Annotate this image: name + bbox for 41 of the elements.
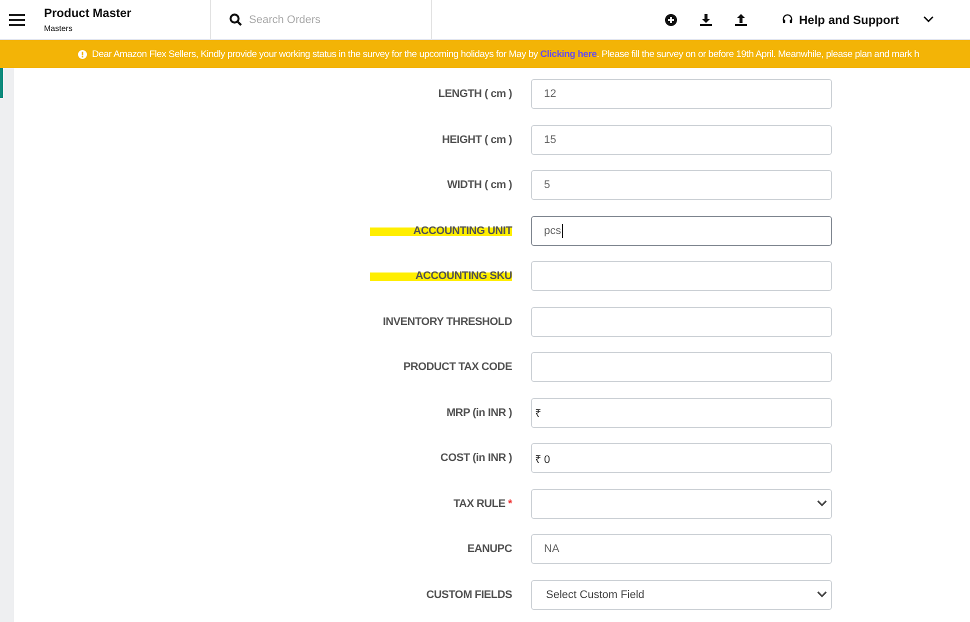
chevron-down-icon[interactable] xyxy=(817,500,827,507)
text-field[interactable] xyxy=(531,306,832,336)
select-field[interactable] xyxy=(531,488,832,518)
select-field[interactable]: Select Custom Field xyxy=(531,580,832,610)
menu-icon[interactable] xyxy=(9,14,25,26)
headset-icon xyxy=(782,14,793,25)
field-label: HEIGHT ( cm ) xyxy=(440,134,512,146)
upload-icon[interactable] xyxy=(735,14,747,26)
field-label: MRP (in INR ) xyxy=(445,406,512,418)
text-field[interactable] xyxy=(531,261,832,291)
accent-bar xyxy=(0,68,3,98)
add-circle-icon[interactable] xyxy=(665,14,677,26)
breadcrumb: Masters xyxy=(44,24,74,33)
chevron-down-icon[interactable] xyxy=(817,591,827,598)
page-title: Product Master xyxy=(44,6,132,20)
text-field[interactable]: 12 xyxy=(531,79,832,109)
text-field[interactable] xyxy=(531,352,832,382)
text-field[interactable]: 5 xyxy=(531,170,832,200)
text-field[interactable]: NA xyxy=(531,534,832,564)
field-label: ACCOUNTING UNIT xyxy=(370,224,512,236)
field-label: CUSTOM FIELDS xyxy=(425,588,512,600)
help-button[interactable]: Help and Support xyxy=(782,12,899,26)
text-field[interactable]: 15 xyxy=(531,124,832,154)
field-label: PRODUCT TAX CODE xyxy=(402,361,512,373)
download-icon[interactable] xyxy=(700,14,712,26)
text-field[interactable]: pcs xyxy=(531,216,832,246)
currency-field[interactable]: ₹ xyxy=(531,398,832,428)
search-icon[interactable] xyxy=(229,13,242,26)
field-label: LENGTH ( cm ) xyxy=(437,88,512,100)
field-label: WIDTH ( cm ) xyxy=(446,179,512,191)
chevron-down-icon[interactable] xyxy=(923,16,934,23)
notice-text: Dear Amazon Flex Sellers, Kindly provide your working status in the survey for the upcoming holidays for May by Clicking here. Please fill the survey on or before 19th April. Meanwhile, please plan and mark h xyxy=(92,48,920,60)
field-label: COST (in INR ) xyxy=(439,452,512,464)
field-label: INVENTORY THRESHOLD xyxy=(382,316,512,328)
field-label: TAX RULE * xyxy=(452,498,512,510)
field-label: ACCOUNTING SKU xyxy=(370,270,512,282)
field-label: EANUPC xyxy=(466,543,512,555)
info-icon xyxy=(78,50,87,58)
currency-field[interactable]: ₹ 0 xyxy=(531,443,832,473)
required-mark: * xyxy=(508,498,512,510)
survey-link[interactable]: Clicking here xyxy=(540,48,597,60)
